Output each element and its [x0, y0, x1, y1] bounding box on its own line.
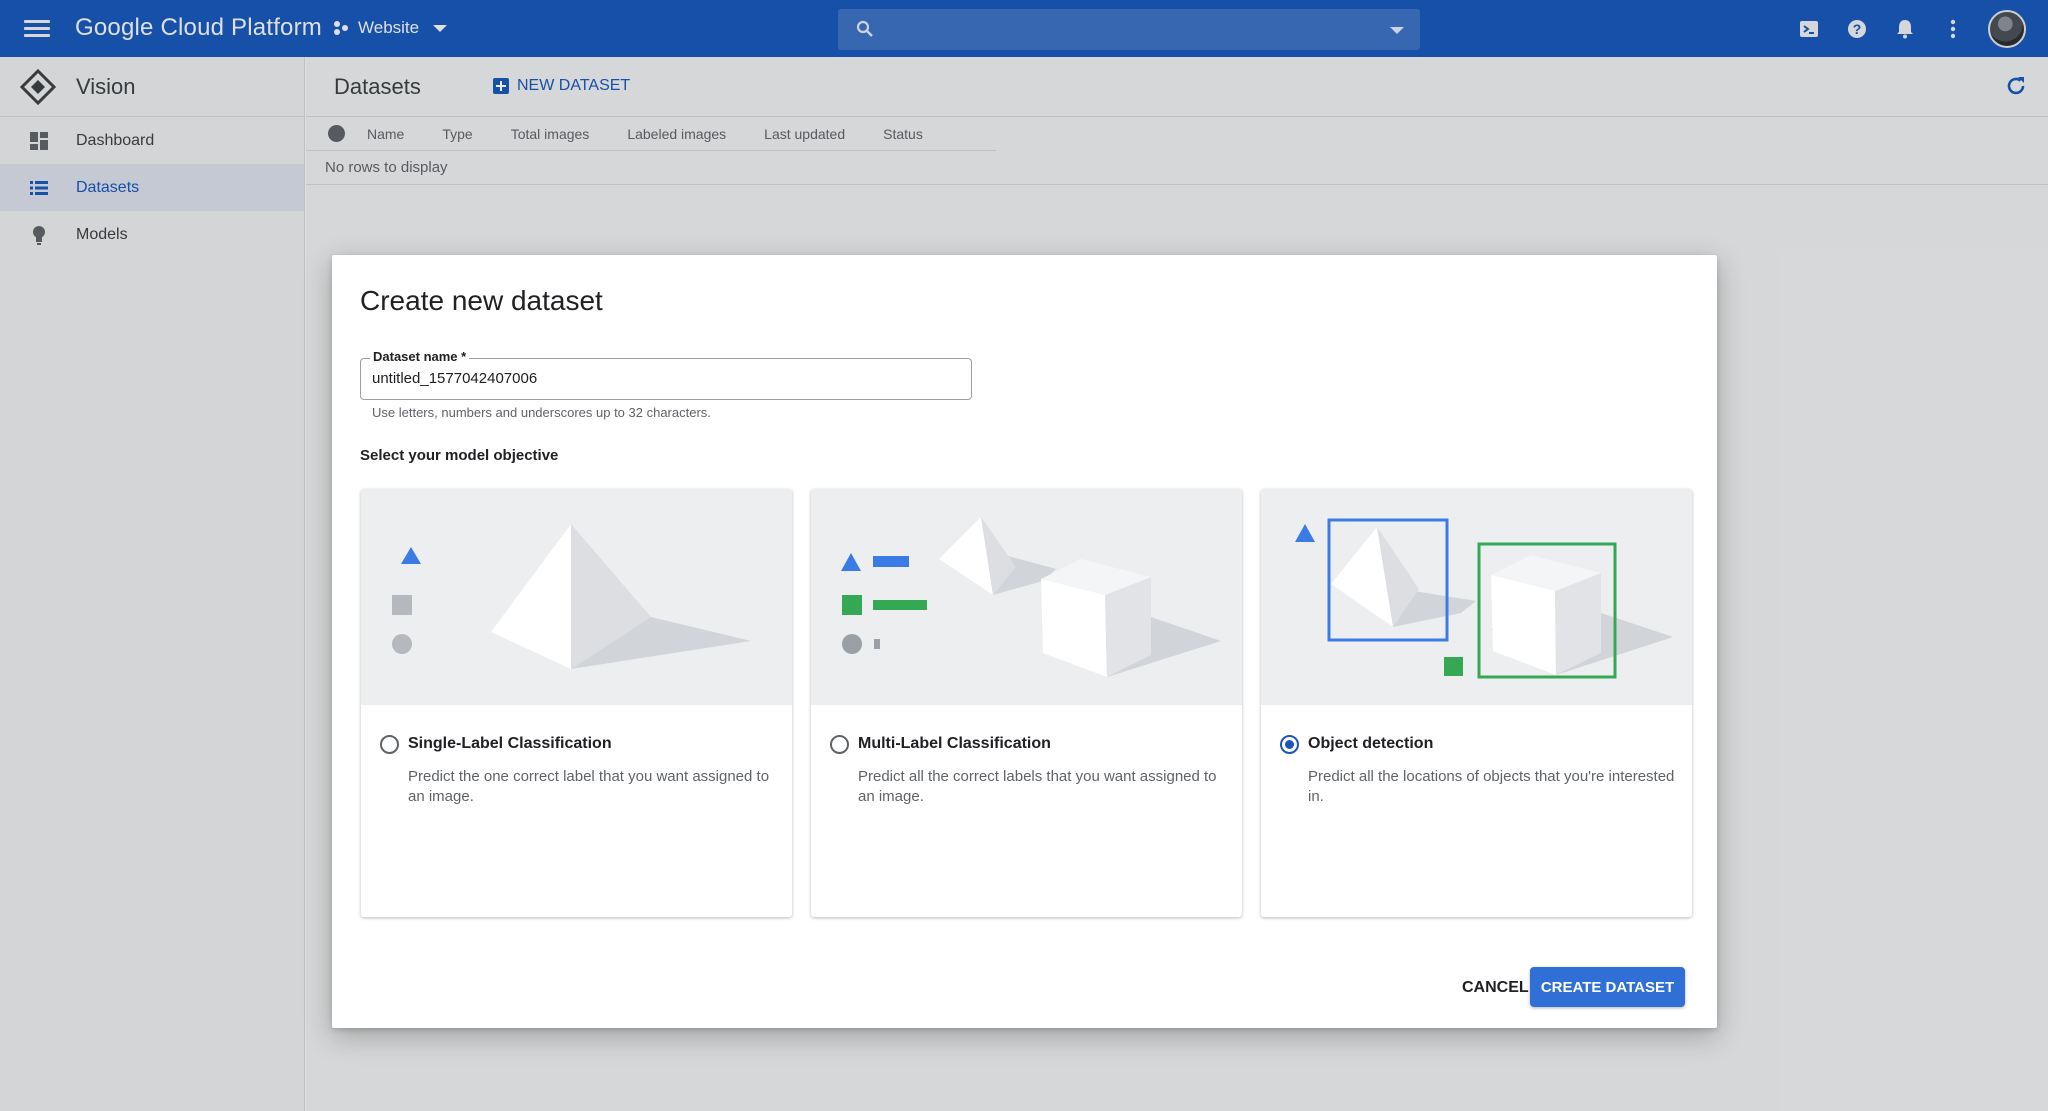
bounding-box-illustration: [1295, 518, 1673, 679]
objective-label: Select your model objective: [360, 447, 559, 464]
single-label-radio[interactable]: [380, 735, 399, 754]
dataset-name-input[interactable]: untitled_1577042407006: [372, 370, 537, 387]
card-description: Predict the one correct label that you w…: [408, 768, 770, 805]
object-detection-radio[interactable]: [1280, 735, 1299, 754]
dataset-name-label: Dataset name *: [370, 349, 470, 364]
cancel-button[interactable]: CANCEL: [1452, 970, 1539, 1006]
pyramid-illustration: [392, 524, 751, 669]
card-title: Single-Label Classification: [408, 735, 612, 752]
multi-label-radio[interactable]: [830, 735, 849, 754]
card-title: Multi-Label Classification: [858, 735, 1051, 752]
shapes-illustration: [841, 517, 1221, 677]
card-description: Predict all the locations of objects tha…: [1308, 768, 1675, 805]
objective-card-multi-label[interactable]: Multi-Label Classification Predict all t…: [811, 489, 1242, 917]
objective-card-object-detection[interactable]: Object detection Predict all the locatio…: [1261, 489, 1692, 917]
single-label-illustration: [361, 489, 792, 705]
create-dataset-dialog: Create new dataset Dataset name * untitl…: [332, 255, 1717, 1028]
object-detection-illustration: [1261, 489, 1692, 705]
dataset-name-field[interactable]: Dataset name * untitled_1577042407006: [360, 349, 972, 400]
card-description: Predict all the correct labels that you …: [858, 768, 1217, 805]
multi-label-illustration: [811, 489, 1242, 705]
objective-card-single-label[interactable]: Single-Label Classification Predict the …: [361, 489, 792, 917]
dialog-title: Create new dataset: [360, 285, 603, 316]
card-title: Object detection: [1308, 735, 1434, 752]
create-dataset-button[interactable]: CREATE DATASET: [1530, 967, 1685, 1007]
dataset-name-hint: Use letters, numbers and underscores up …: [372, 405, 711, 420]
